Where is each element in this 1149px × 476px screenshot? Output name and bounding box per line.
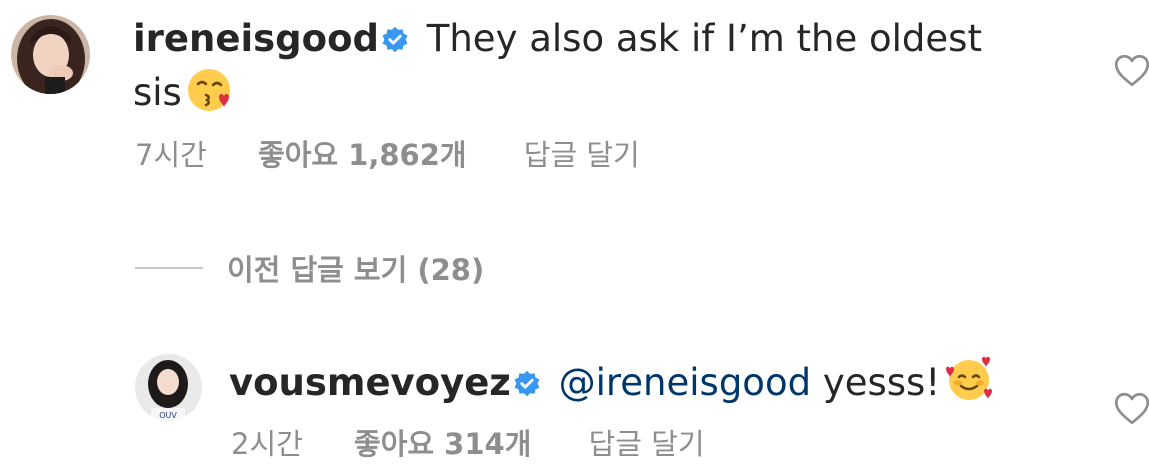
- comment-body: vousmevoyez @ireneisgood yesss!: [229, 353, 1099, 416]
- comment-likes[interactable]: 좋아요 314개: [354, 426, 531, 462]
- view-replies-label: 이전 답글 보기 (28): [227, 253, 485, 287]
- view-previous-replies-button[interactable]: 이전 답글 보기 (28): [135, 248, 484, 288]
- heart-icon[interactable]: [1114, 392, 1149, 429]
- avatar[interactable]: [11, 15, 90, 94]
- comment-body: ireneisgood They also ask if I’m the old…: [133, 14, 1033, 126]
- comment-time: 2시간: [231, 427, 303, 461]
- mention-link[interactable]: @ireneisgood: [559, 361, 811, 404]
- smiling-face-with-hearts-emoji-icon: [944, 353, 994, 416]
- comment-username[interactable]: ireneisgood: [133, 17, 379, 60]
- comment-time: 7시간: [135, 138, 207, 172]
- comment-text: yesss!: [822, 361, 941, 404]
- reply-button[interactable]: 답글 달기: [524, 137, 640, 173]
- avatar[interactable]: OUV: [135, 354, 202, 421]
- comment-likes[interactable]: 좋아요 1,862개: [258, 137, 467, 173]
- comment-meta: 7시간 좋아요 1,862개 답글 달기: [135, 137, 640, 173]
- heart-icon[interactable]: [1114, 54, 1149, 91]
- svg-text:OUV: OUV: [159, 411, 177, 420]
- kissing-face-emoji-icon: [186, 67, 232, 126]
- reply-item: OUV vousmevoyez @ireneisgood yesss! 2시간 …: [0, 340, 1149, 476]
- divider-line: [135, 267, 203, 269]
- verified-badge-icon: [381, 17, 409, 67]
- comment-meta: 2시간 좋아요 314개 답글 달기: [231, 426, 705, 462]
- verified-badge-icon: [513, 361, 541, 411]
- comment-item: ireneisgood They also ask if I’m the old…: [0, 0, 1149, 200]
- reply-button[interactable]: 답글 달기: [589, 426, 705, 462]
- comment-username[interactable]: vousmevoyez: [229, 361, 511, 404]
